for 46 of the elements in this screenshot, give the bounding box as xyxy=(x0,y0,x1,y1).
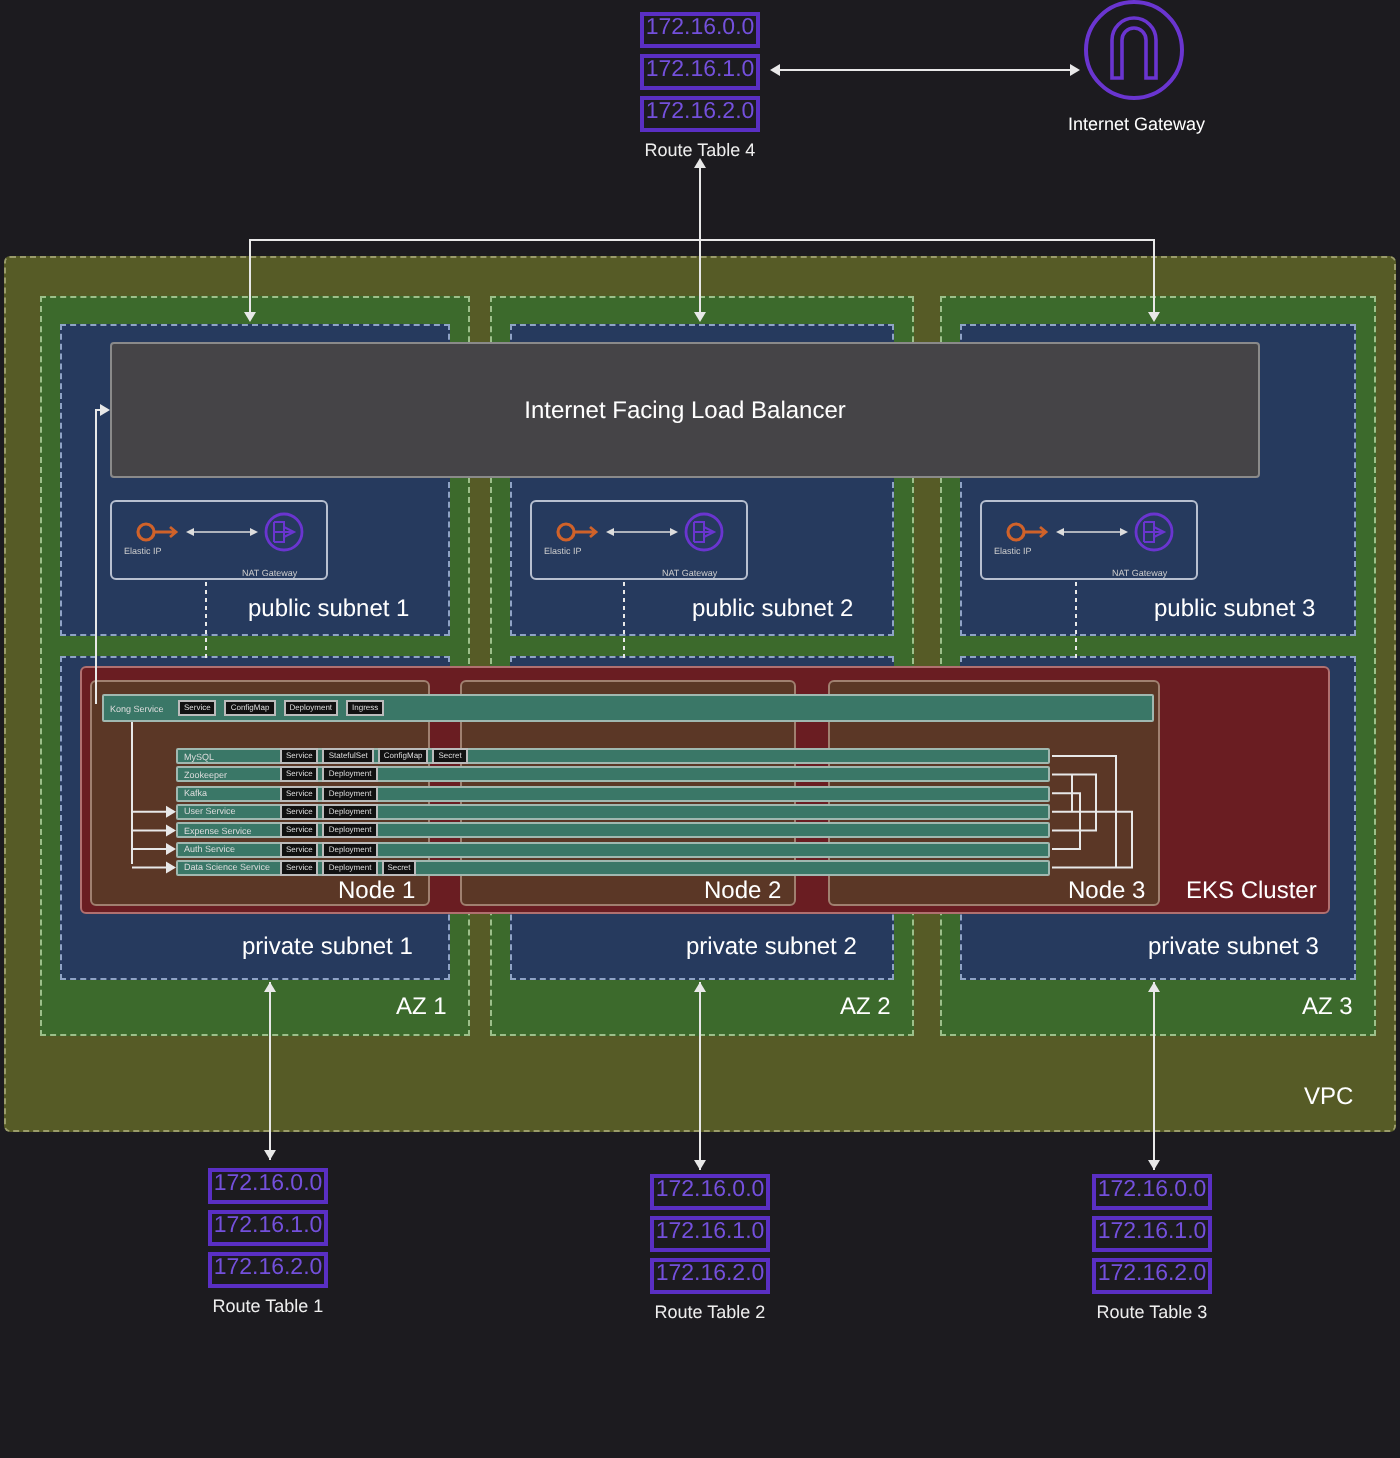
route-entry: 172.16.2.0 xyxy=(1092,1258,1212,1294)
vpc-label: VPC xyxy=(1304,1082,1354,1110)
route-entry: 172.16.0.0 xyxy=(208,1168,328,1204)
route-entry: 172.16.0.0 xyxy=(1092,1174,1212,1210)
dashed-connector xyxy=(205,581,207,659)
double-arrow xyxy=(1056,528,1128,536)
route-entry: 172.16.0.0 xyxy=(650,1174,770,1210)
route-entry: 172.16.2.0 xyxy=(208,1252,328,1288)
route-entry: 172.16.1.0 xyxy=(640,54,760,90)
zone-label: AZ 2 xyxy=(840,992,891,1020)
subnet-label: public subnet 1 xyxy=(248,594,410,622)
load-balancer: Internet Facing Load Balancer xyxy=(110,342,1260,478)
route-entry: 172.16.1.0 xyxy=(1092,1216,1212,1252)
dashed-connector xyxy=(1075,581,1077,659)
elastic-ip-icon xyxy=(556,522,599,542)
double-arrow xyxy=(606,528,678,536)
node-label: Node 3 xyxy=(1068,876,1146,904)
elastic-ip-icon xyxy=(136,522,179,542)
nat-gateway-icon xyxy=(264,512,304,552)
zone-label: AZ 3 xyxy=(1302,992,1353,1020)
nat-gateway-icon xyxy=(1134,512,1174,552)
connector-drawing xyxy=(1051,755,1133,869)
subnet-label: public subnet 3 xyxy=(1154,594,1316,622)
cluster-label: EKS Cluster xyxy=(1186,876,1317,904)
node-label: Node 1 xyxy=(338,876,416,904)
subnet-label: private subnet 1 xyxy=(242,932,413,960)
nat-gateway-icon xyxy=(684,512,724,552)
route-entry: 172.16.0.0 xyxy=(640,12,760,48)
route-entry: 172.16.1.0 xyxy=(650,1216,770,1252)
route-table-label: Route Table 3 xyxy=(1096,1302,1208,1322)
gateway-label: Internet Gateway xyxy=(1068,114,1206,134)
route-entry: 172.16.2.0 xyxy=(650,1258,770,1294)
route-table-label: Route Table 2 xyxy=(654,1302,766,1322)
route-entry: 172.16.1.0 xyxy=(208,1210,328,1246)
double-arrow xyxy=(186,528,258,536)
subnet-label: private subnet 3 xyxy=(1148,932,1319,960)
zone-label: AZ 1 xyxy=(396,992,447,1020)
route-table-label: Route Table 1 xyxy=(212,1296,324,1316)
internet-gateway-icon xyxy=(1084,0,1184,100)
subnet-label: private subnet 2 xyxy=(686,932,857,960)
route-table-label: Route Table 4 xyxy=(644,140,756,160)
elastic-ip-icon xyxy=(1006,522,1049,542)
route-entry: 172.16.2.0 xyxy=(640,96,760,132)
subnet-label: public subnet 2 xyxy=(692,594,854,622)
dashed-connector xyxy=(623,581,625,659)
node-label: Node 2 xyxy=(704,876,782,904)
